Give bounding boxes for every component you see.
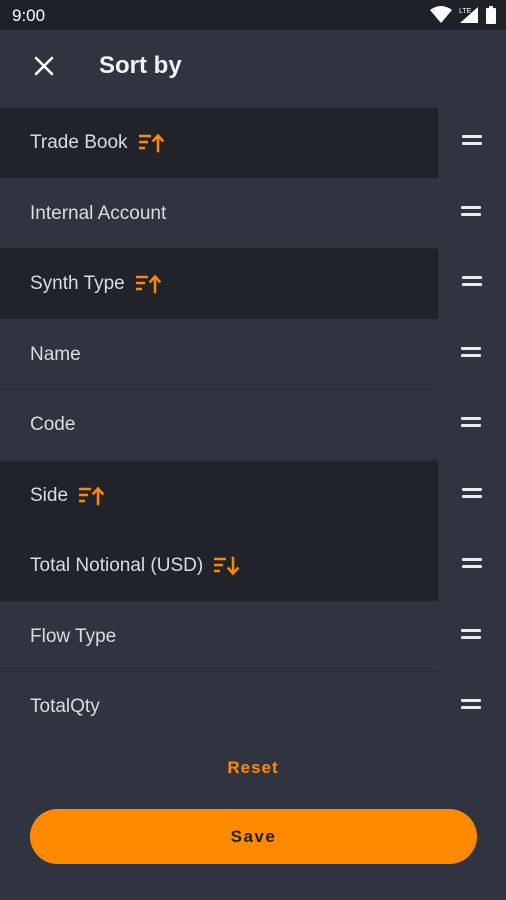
drag-handle-area[interactable] (437, 179, 506, 249)
drag-handle-icon[interactable] (461, 699, 483, 715)
drag-handle-area[interactable] (437, 602, 506, 672)
status-time: 9:00 (12, 6, 46, 25)
close-button[interactable] (28, 50, 60, 82)
drag-handle-icon[interactable] (461, 347, 483, 363)
sort-row-field[interactable]: Flow Type (0, 602, 437, 672)
sort-descending-icon[interactable] (214, 556, 240, 576)
sort-row-field[interactable]: Synth Type (0, 249, 437, 319)
sort-ascending-icon[interactable] (139, 133, 165, 153)
page-title: Sort by (99, 52, 182, 79)
app-bar: Sort by (0, 30, 506, 102)
sort-ascending-icon[interactable] (79, 486, 105, 506)
drag-handle-area[interactable] (437, 390, 506, 460)
drag-handle-icon[interactable] (462, 135, 484, 151)
save-button[interactable]: Save (30, 809, 477, 864)
drag-handle-area[interactable] (437, 531, 506, 601)
sort-row-field[interactable]: Side (0, 461, 437, 531)
cell-signal-icon: LTE (459, 7, 478, 23)
sort-field-list: Trade Book Internal Account Synth Type Name… (0, 108, 506, 724)
reset-button[interactable]: Reset (0, 758, 506, 778)
sort-row-label: Side (30, 485, 69, 506)
battery-icon (486, 6, 496, 24)
drag-handle-area[interactable] (437, 461, 506, 531)
close-icon (34, 56, 54, 76)
sort-row-field[interactable]: TotalQty (0, 672, 437, 724)
drag-handle-area[interactable] (437, 249, 506, 319)
status-icons: LTE (430, 5, 496, 25)
sort-row-field[interactable]: Name (0, 320, 437, 390)
sort-row-field[interactable]: Code (0, 390, 437, 460)
sort-row-label: Name (30, 344, 81, 365)
drag-handle-icon[interactable] (462, 558, 484, 574)
sort-row-label: TotalQty (30, 696, 100, 717)
sort-ascending-icon[interactable] (136, 274, 162, 294)
sort-row-label: Trade Book (30, 132, 128, 153)
drag-handle-icon[interactable] (461, 629, 483, 645)
footer-actions: Reset Save (0, 724, 506, 900)
sort-row-label: Flow Type (30, 626, 117, 647)
drag-handle-icon[interactable] (462, 488, 484, 504)
drag-handle-icon[interactable] (461, 417, 483, 433)
sort-row-label: Synth Type (30, 273, 125, 294)
sort-row[interactable]: Synth Type (0, 249, 506, 319)
sort-row-label: Code (30, 414, 76, 435)
sort-row[interactable]: Name (0, 320, 506, 390)
sort-row[interactable]: Code (0, 390, 506, 460)
wifi-icon (430, 6, 452, 23)
network-type-label: LTE (459, 8, 472, 15)
drag-handle-area[interactable] (437, 672, 506, 724)
sort-row[interactable]: Trade Book (0, 108, 506, 178)
sort-row[interactable]: Flow Type (0, 602, 506, 672)
sort-row-label: Total Notional (USD) (30, 555, 204, 576)
sort-row-field[interactable]: Total Notional (USD) (0, 531, 437, 601)
drag-handle-icon[interactable] (461, 206, 483, 222)
sort-row-label: Internal Account (30, 203, 167, 224)
sort-row[interactable]: TotalQty (0, 672, 506, 724)
drag-handle-area[interactable] (437, 320, 506, 390)
drag-handle-area[interactable] (437, 108, 506, 178)
sort-row[interactable]: Internal Account (0, 179, 506, 249)
status-bar: 9:00 LTE (0, 0, 506, 30)
sort-row[interactable]: Total Notional (USD) (0, 531, 506, 601)
sort-row-field[interactable]: Trade Book (0, 108, 437, 178)
drag-handle-icon[interactable] (462, 276, 484, 292)
sort-row-field[interactable]: Internal Account (0, 179, 437, 249)
sort-row[interactable]: Side (0, 461, 506, 531)
